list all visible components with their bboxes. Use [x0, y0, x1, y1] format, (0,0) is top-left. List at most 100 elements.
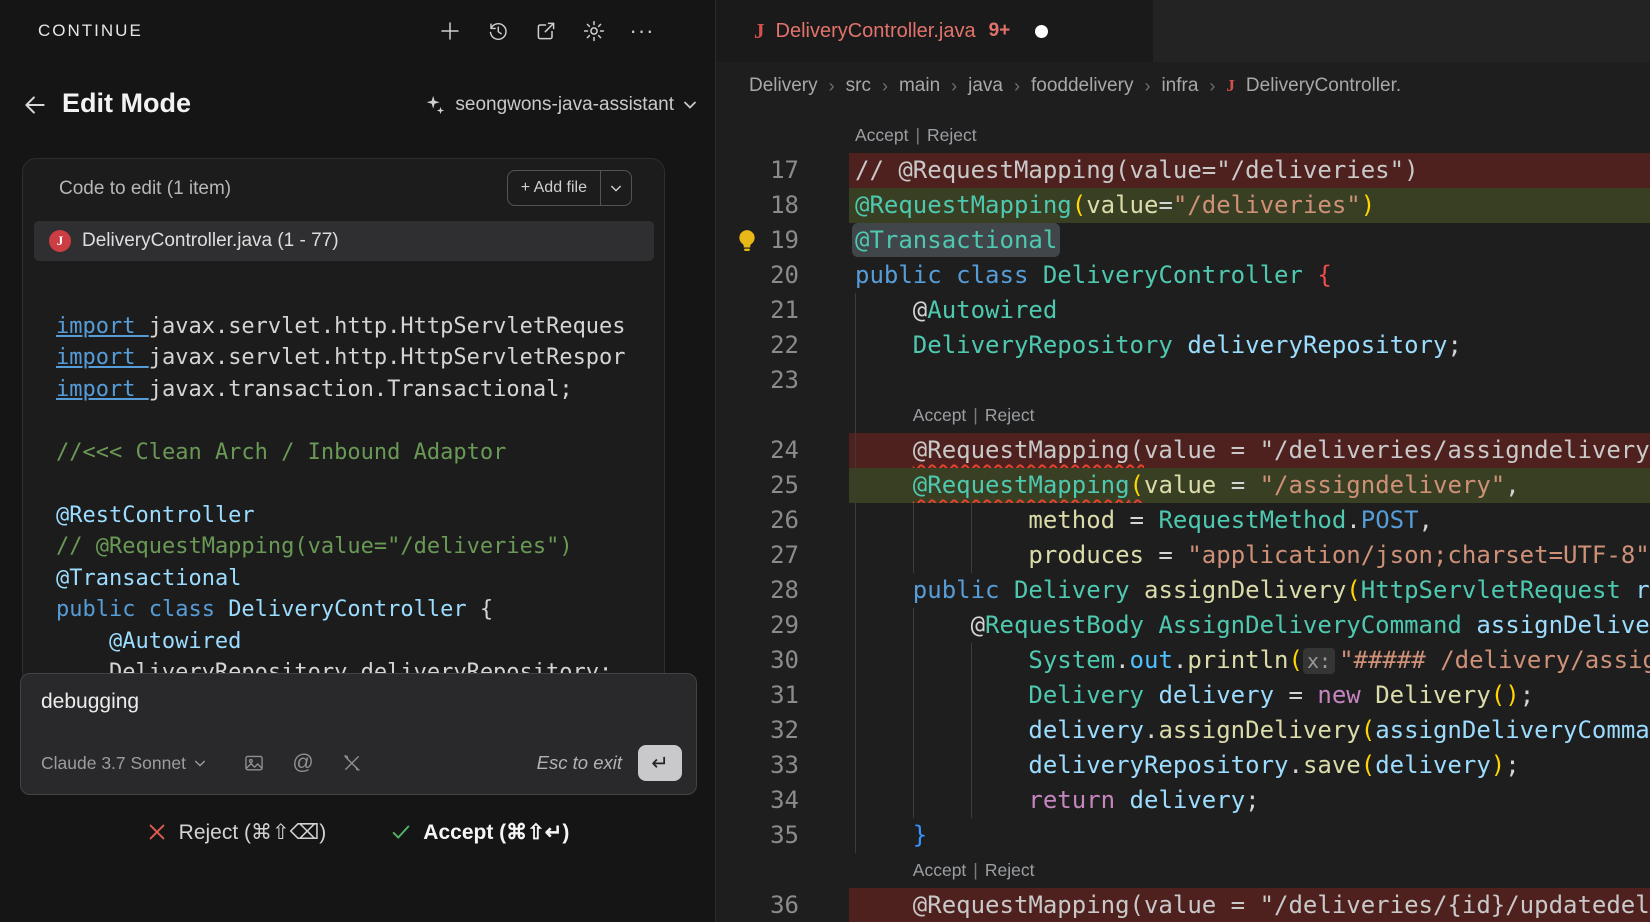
breadcrumb-item[interactable]: java [968, 75, 1003, 97]
code-token: @RequestMapping [913, 471, 1130, 499]
indent-guide [971, 503, 972, 573]
breadcrumb-item[interactable]: infra [1161, 75, 1198, 97]
line-number: 28 [716, 573, 799, 608]
lightbulb-quickfix-icon[interactable] [734, 228, 760, 254]
tools-icon[interactable] [340, 751, 364, 775]
prompt-input-box[interactable]: debugging Claude 3.7 Sonnet @ Esc to exi… [20, 673, 697, 795]
code-line: 17// @RequestMapping(value="/deliveries"… [716, 153, 1650, 188]
line-number: 26 [716, 503, 799, 538]
java-file-icon: J [754, 19, 765, 44]
code-token: @Autowired [109, 629, 241, 654]
codelens-reject-link[interactable]: Reject [985, 860, 1035, 880]
code-token: deliveryRepository [1187, 331, 1447, 359]
code-token: "application/json;charset=UTF-8" [1187, 541, 1649, 569]
breadcrumb-item[interactable]: Delivery [749, 75, 818, 97]
x-icon [146, 821, 168, 843]
at-mention-icon[interactable]: @ [291, 751, 315, 775]
tab-deliverycontroller-java[interactable]: J DeliveryController.java 9+ [716, 0, 1153, 62]
line-number: 25 [716, 468, 799, 503]
code-token: DeliveryRepository [913, 331, 1188, 359]
codelens-separator: | [966, 405, 985, 425]
line-number [716, 398, 799, 433]
file-to-edit-item[interactable]: J DeliveryController.java (1 - 77) [34, 221, 654, 261]
model-selector[interactable]: Claude 3.7 Sonnet [41, 753, 206, 774]
code-token: ( [1130, 471, 1144, 499]
code-line: 24@RequestMapping(value = "/deliveries/a… [716, 433, 1650, 468]
add-file-dropdown-chevron-icon[interactable] [601, 184, 631, 193]
code-token: assignDeliver [1476, 611, 1650, 639]
prompt-input-value[interactable]: debugging [41, 690, 139, 714]
code-to-edit-card: Code to edit (1 item) + Add file J Deliv… [22, 158, 665, 688]
new-session-plus-icon[interactable] [436, 17, 464, 45]
code-token: value [1144, 471, 1216, 499]
code-token: = [1158, 191, 1172, 219]
codelens-row: Accept|Reject [716, 398, 1650, 433]
code-token: @RestController [56, 503, 255, 528]
breadcrumb-item[interactable]: fooddelivery [1031, 75, 1133, 97]
accept-all-button[interactable]: Accept (⌘⇧↵) [390, 820, 569, 845]
code-line: 18@RequestMapping(value="/deliveries") [716, 188, 1650, 223]
code-token: Delivery [1014, 576, 1144, 604]
code-token: { [480, 597, 493, 622]
code-token: = [1216, 471, 1259, 499]
codelens-accept-link[interactable]: Accept [913, 860, 967, 880]
code-token: . [1346, 506, 1360, 534]
code-token: out [1130, 646, 1173, 674]
code-token: method [1028, 506, 1115, 534]
code-editor[interactable]: @RestControllerAccept|Reject17// @Reques… [716, 110, 1650, 922]
code-token: public class [855, 261, 1043, 289]
code-token: println [1187, 646, 1288, 674]
preview-code-line: // @RequestMapping(value="/deliveries") [23, 531, 665, 563]
breadcrumb-item[interactable]: main [899, 75, 940, 97]
history-icon[interactable] [484, 17, 512, 45]
code-token: "##### /delivery/assign [1339, 646, 1650, 674]
breadcrumb-separator: › [1144, 76, 1150, 97]
assistant-selector[interactable]: seongwons-java-assistant [424, 94, 697, 116]
codelens-row: Accept|Reject [716, 118, 1650, 153]
submit-enter-button[interactable]: ↵ [638, 745, 682, 781]
back-arrow-icon[interactable] [22, 92, 52, 122]
code-token: . [1288, 751, 1302, 779]
code-token: { [1317, 261, 1331, 289]
line-number: 29 [716, 608, 799, 643]
codelens-reject-link[interactable]: Reject [927, 125, 977, 145]
chevron-down-icon [683, 100, 697, 110]
breadcrumb-separator: › [829, 76, 835, 97]
line-number: 34 [716, 783, 799, 818]
code-token: RequestMethod [1158, 506, 1346, 534]
preview-code-line [23, 405, 665, 437]
code-token: re [1635, 576, 1650, 604]
unsaved-changes-dot[interactable] [1035, 25, 1048, 38]
more-ellipsis-icon[interactable]: ··· [628, 17, 656, 45]
code-token: Delivery [1028, 681, 1158, 709]
preview-code-line: public class DeliveryController { [23, 594, 665, 626]
open-external-icon[interactable] [532, 17, 560, 45]
preview-code-line: import javax.transaction.Transactional; [23, 374, 665, 406]
image-icon[interactable] [242, 751, 266, 775]
codelens-separator: | [909, 125, 928, 145]
java-file-icon: J [49, 230, 71, 252]
code-token: "/assigndelivery" [1260, 471, 1506, 499]
code-token: . [1144, 716, 1158, 744]
chevron-down-icon [194, 759, 206, 768]
model-name: Claude 3.7 Sonnet [41, 753, 186, 774]
code-line: 33deliveryRepository.save(delivery); [716, 748, 1650, 783]
breadcrumb-item[interactable]: src [846, 75, 871, 97]
add-file-label[interactable]: + Add file [508, 179, 600, 197]
codelens-accept-link[interactable]: Accept [913, 405, 967, 425]
add-file-button[interactable]: + Add file [507, 170, 632, 206]
code-token: System [1028, 646, 1115, 674]
codelens-separator: | [966, 860, 985, 880]
codelens-accept-link[interactable]: Accept [855, 125, 909, 145]
codelens-reject-link[interactable]: Reject [985, 405, 1035, 425]
settings-gear-icon[interactable] [580, 17, 608, 45]
code-token: DeliveryController [228, 597, 480, 622]
code-token: produces [1028, 541, 1144, 569]
breadcrumb-file[interactable]: DeliveryController. [1246, 75, 1401, 97]
code-line: 19@Transactional [716, 223, 1650, 258]
continue-brand-title: CONTINUE [38, 21, 143, 41]
code-token: @Transactional [56, 566, 241, 591]
preview-code-line: @Transactional [23, 563, 665, 595]
line-number: 31 [716, 678, 799, 713]
reject-all-button[interactable]: Reject (⌘⇧⌫) [146, 820, 327, 845]
